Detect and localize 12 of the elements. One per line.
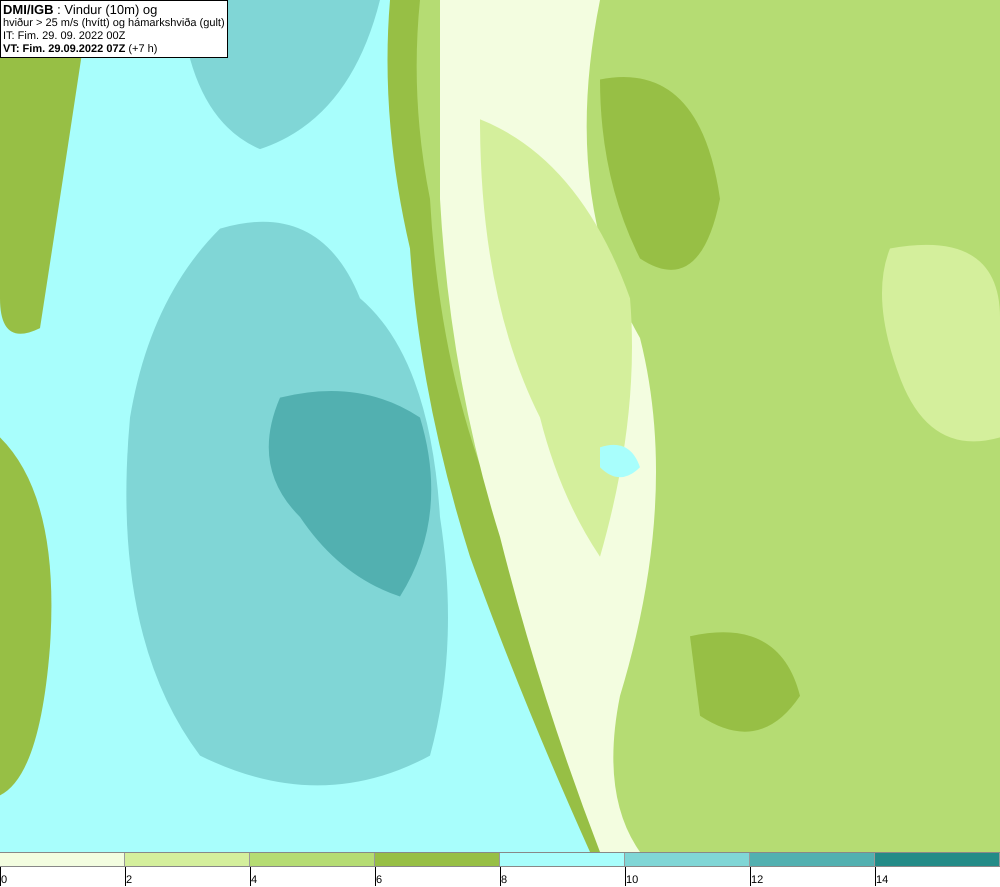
title-line: IT: Fim. 29. 09. 2022 00Z [3, 30, 126, 43]
legend-label: 6 [376, 874, 382, 886]
legend-label: 2 [126, 874, 132, 886]
legend-label: 10 [626, 874, 638, 886]
title-line: DMI/IGB : Vindur (10m) og [3, 2, 158, 17]
legend-label: 12 [751, 874, 764, 886]
title-line: hviður > 25 m/s (hvítt) og hámarkshviða (gult) [3, 17, 225, 30]
title-line: VT: Fim. 29.09.2022 07Z (+7 h) [3, 43, 158, 56]
legend-label: 0 [1, 874, 8, 886]
legend-label: 4 [251, 874, 258, 886]
legend-label: 8 [501, 874, 508, 886]
legend-label: 14 [876, 874, 888, 886]
